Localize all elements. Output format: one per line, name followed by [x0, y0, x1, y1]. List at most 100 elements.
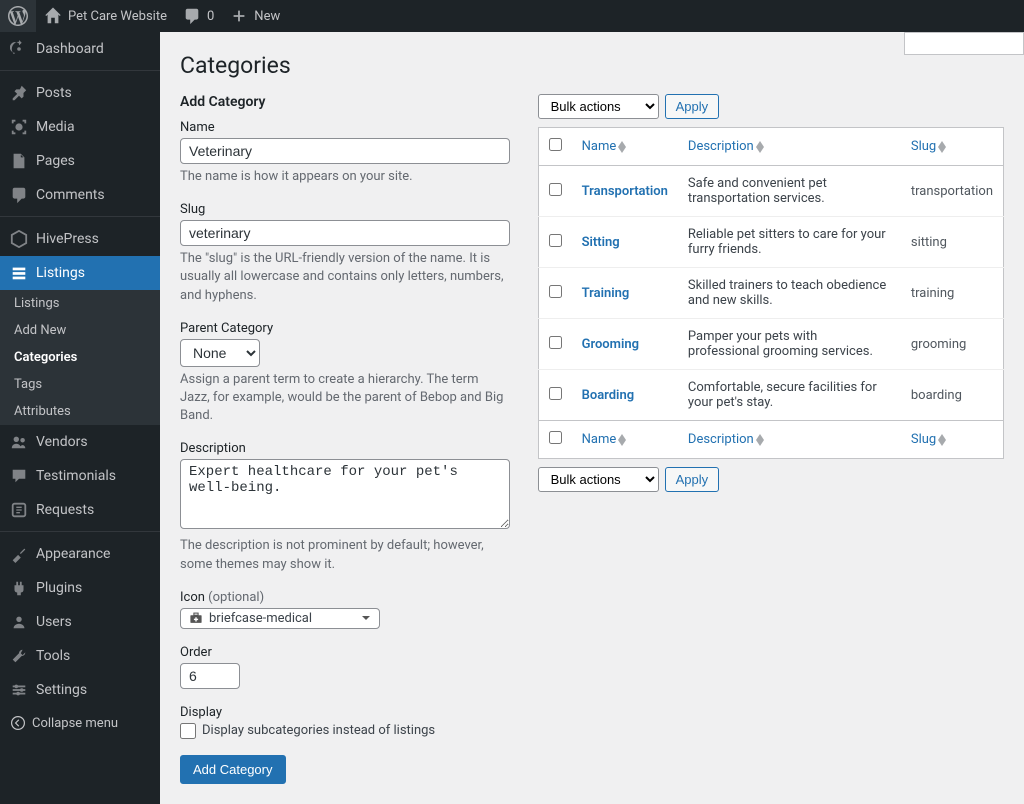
description-label: Description	[180, 441, 510, 456]
category-name-link[interactable]: Training	[582, 286, 630, 301]
category-name-link[interactable]: Sitting	[582, 235, 620, 250]
menu-dashboard[interactable]: Dashboard	[0, 32, 160, 66]
pin-icon	[10, 84, 28, 102]
chevron-down-icon	[361, 613, 371, 623]
menu-pages[interactable]: Pages	[0, 144, 160, 178]
parent-label: Parent Category	[180, 321, 510, 336]
field-name: Name The name is how it appears on your …	[180, 120, 510, 186]
field-icon: Icon (optional) briefcase-medical	[180, 590, 510, 629]
submenu-listings-categories[interactable]: Categories	[0, 344, 160, 371]
comment-icon	[183, 7, 201, 25]
header-slug[interactable]: Slug	[911, 139, 946, 154]
menu-testimonials[interactable]: Testimonials	[0, 459, 160, 493]
category-slug: boarding	[901, 370, 1004, 421]
slug-help: The "slug" is the URL-friendly version o…	[180, 250, 510, 305]
appearance-icon	[10, 545, 28, 563]
row-checkbox[interactable]	[549, 183, 562, 196]
row-checkbox[interactable]	[549, 387, 562, 400]
description-textarea[interactable]: Expert healthcare for your pet's well-be…	[180, 459, 510, 529]
submenu-listings-add-new[interactable]: Add New	[0, 317, 160, 344]
menu-users[interactable]: Users	[0, 605, 160, 639]
menu-requests[interactable]: Requests	[0, 493, 160, 527]
add-category-button[interactable]: Add Category	[180, 755, 286, 784]
collapse-menu[interactable]: Collapse menu	[0, 707, 160, 739]
category-name-link[interactable]: Boarding	[582, 388, 635, 403]
parent-help: Assign a parent term to create a hierarc…	[180, 371, 510, 426]
wp-logo[interactable]	[0, 0, 36, 32]
icon-select[interactable]: briefcase-medical	[180, 608, 380, 629]
name-label: Name	[180, 120, 510, 135]
name-input[interactable]	[180, 138, 510, 164]
display-label: Display	[180, 705, 510, 720]
row-checkbox[interactable]	[549, 336, 562, 349]
apply-button-top[interactable]: Apply	[665, 94, 720, 119]
category-description: Pamper your pets with professional groom…	[678, 319, 901, 370]
icon-label: Icon (optional)	[180, 590, 510, 605]
header-name[interactable]: Name	[582, 139, 627, 154]
row-checkbox[interactable]	[549, 234, 562, 247]
display-checkbox-label: Display subcategories instead of listing…	[202, 723, 435, 738]
menu-vendors[interactable]: Vendors	[0, 425, 160, 459]
admin-topbar: Pet Care Website 0 New	[0, 0, 1024, 32]
name-help: The name is how it appears on your site.	[180, 168, 510, 186]
field-description: Description Expert healthcare for your p…	[180, 441, 510, 573]
tools-icon	[10, 647, 28, 665]
menu-media[interactable]: Media	[0, 110, 160, 144]
listings-icon	[10, 264, 28, 282]
add-category-form: Add Category Name The name is how it app…	[180, 94, 510, 784]
comments-icon	[10, 186, 28, 204]
select-all-top[interactable]	[549, 138, 562, 151]
menu-tools[interactable]: Tools	[0, 639, 160, 673]
menu-plugins[interactable]: Plugins	[0, 571, 160, 605]
display-checkbox[interactable]	[180, 723, 196, 739]
bulk-actions-select-top[interactable]: Bulk actions	[538, 94, 659, 119]
plus-icon	[230, 7, 248, 25]
footer-slug[interactable]: Slug	[911, 432, 946, 447]
category-description: Comfortable, secure facilities for your …	[678, 370, 901, 421]
search-input[interactable]	[904, 32, 1024, 55]
select-all-bottom[interactable]	[549, 431, 562, 444]
bulk-actions-select-bottom[interactable]: Bulk actions	[538, 467, 659, 492]
category-name-link[interactable]: Grooming	[582, 337, 639, 352]
order-input[interactable]	[180, 663, 240, 689]
menu-posts[interactable]: Posts	[0, 76, 160, 110]
vendors-icon	[10, 433, 28, 451]
table-row: Boarding Comfortable, secure facilities f…	[538, 370, 1003, 421]
menu-settings[interactable]: Settings	[0, 673, 160, 707]
testimonials-icon	[10, 467, 28, 485]
footer-description[interactable]: Description	[688, 432, 764, 447]
apply-button-bottom[interactable]: Apply	[665, 467, 720, 492]
field-parent: Parent Category None Assign a parent ter…	[180, 321, 510, 426]
slug-label: Slug	[180, 202, 510, 217]
menu-comments[interactable]: Comments	[0, 178, 160, 212]
site-name: Pet Care Website	[68, 9, 167, 24]
description-help: The description is not prominent by defa…	[180, 537, 510, 573]
categories-table: Name Description Slug TransportationSafe…	[538, 127, 1004, 459]
menu-hivepress[interactable]: HivePress	[0, 222, 160, 256]
row-checkbox[interactable]	[549, 285, 562, 298]
menu-listings[interactable]: Listings	[0, 256, 160, 290]
table-row: Sitting Reliable pet sitters to care for …	[538, 217, 1003, 268]
collapse-icon	[10, 715, 26, 731]
category-list: Bulk actions Apply Name Description Slug…	[538, 94, 1004, 784]
dashboard-icon	[10, 40, 28, 58]
category-name-link[interactable]: Transportation	[582, 184, 668, 199]
header-description[interactable]: Description	[688, 139, 764, 154]
site-name-link[interactable]: Pet Care Website	[36, 0, 175, 32]
comments-link[interactable]: 0	[175, 0, 222, 32]
menu-appearance[interactable]: Appearance	[0, 537, 160, 571]
field-slug: Slug The "slug" is the URL-friendly vers…	[180, 202, 510, 305]
category-description: Reliable pet sitters to care for your fu…	[678, 217, 901, 268]
parent-select[interactable]: None	[180, 339, 260, 367]
icon-value: briefcase-medical	[209, 611, 312, 626]
submenu-listings-attributes[interactable]: Attributes	[0, 398, 160, 425]
footer-name[interactable]: Name	[582, 432, 627, 447]
slug-input[interactable]	[180, 220, 510, 246]
table-row: TransportationSafe and convenient pet tr…	[538, 166, 1003, 217]
add-category-heading: Add Category	[180, 94, 510, 110]
users-icon	[10, 613, 28, 631]
new-content-link[interactable]: New	[222, 0, 288, 32]
submenu-listings-all[interactable]: Listings	[0, 290, 160, 317]
submenu-listings-tags[interactable]: Tags	[0, 371, 160, 398]
new-label: New	[254, 9, 280, 24]
